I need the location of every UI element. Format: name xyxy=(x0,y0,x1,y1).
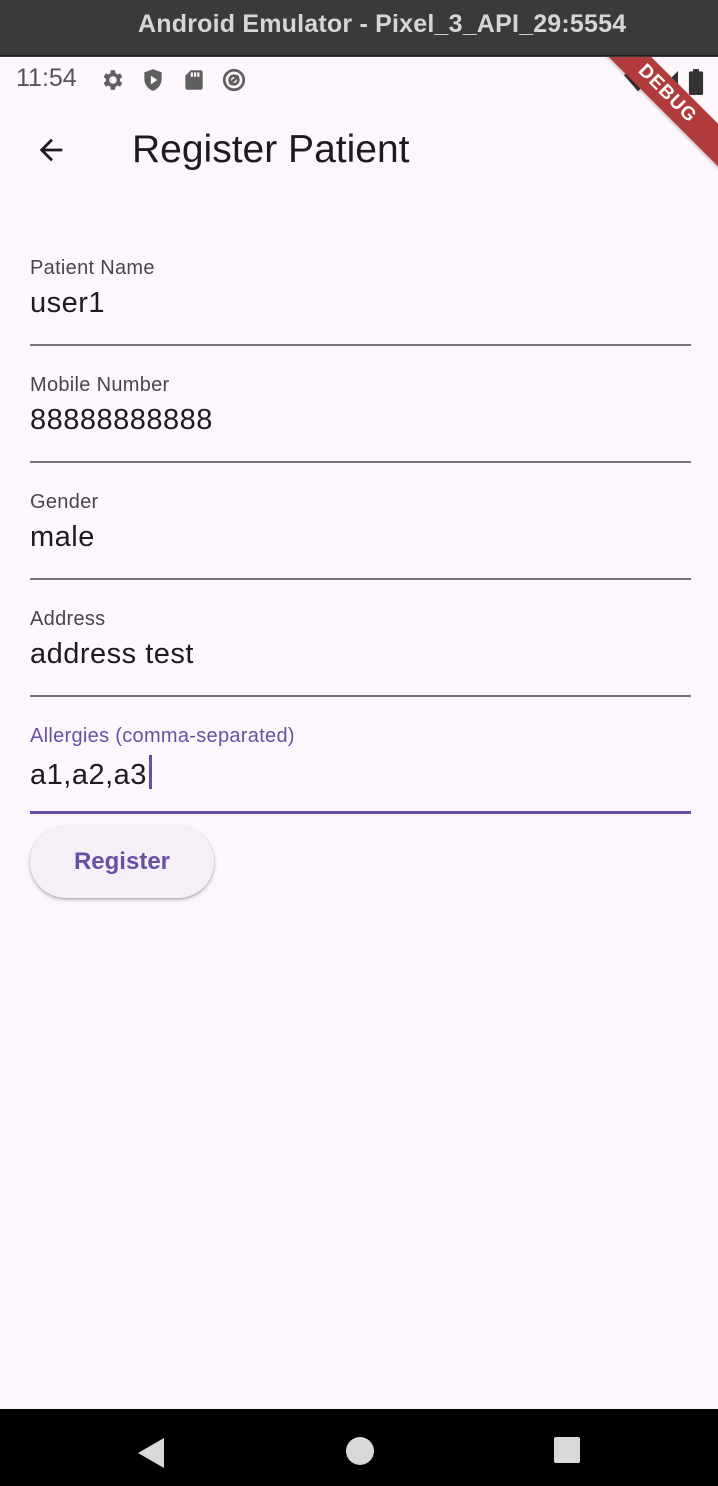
field-value[interactable]: address test xyxy=(30,638,194,671)
mobile-number-field[interactable]: Mobile Number 88888888888 xyxy=(30,374,691,486)
device-screen: 11:54 DEBUG Register Patient Patient Nam… xyxy=(0,57,718,1409)
field-underline xyxy=(30,811,691,814)
sd-card-icon xyxy=(185,70,203,90)
field-value[interactable]: 88888888888 xyxy=(30,404,213,437)
allergies-field[interactable]: Allergies (comma-separated) a1,a2,a3 xyxy=(30,725,691,837)
field-value[interactable]: user1 xyxy=(30,287,105,320)
recents-square-icon[interactable] xyxy=(553,1436,581,1464)
field-value[interactable]: a1,a2,a3 xyxy=(30,755,152,792)
page-title: Register Patient xyxy=(132,128,410,171)
field-label: Address xyxy=(30,608,106,630)
app-bar: Register Patient xyxy=(0,101,718,199)
field-label: Mobile Number xyxy=(30,374,170,396)
field-underline xyxy=(30,344,691,346)
field-underline xyxy=(30,578,691,580)
status-bar: 11:54 xyxy=(0,57,718,101)
field-label: Allergies (comma-separated) xyxy=(30,725,295,747)
field-label: Patient Name xyxy=(30,257,155,279)
at-sign-icon xyxy=(222,68,246,92)
field-value[interactable]: male xyxy=(30,521,95,554)
text-cursor xyxy=(148,755,152,789)
field-underline xyxy=(30,695,691,697)
navigation-bar xyxy=(0,1409,718,1486)
window-title: Android Emulator - Pixel_3_API_29:5554 xyxy=(138,10,627,38)
home-circle-icon[interactable] xyxy=(345,1436,375,1466)
field-underline xyxy=(30,461,691,463)
battery-icon xyxy=(688,69,704,95)
patient-name-field[interactable]: Patient Name user1 xyxy=(30,257,691,369)
emulator-title-bar: Android Emulator - Pixel_3_API_29:5554 xyxy=(0,0,718,56)
arrow-back-icon xyxy=(39,138,63,162)
gender-field[interactable]: Gender male xyxy=(30,491,691,603)
back-triangle-icon[interactable] xyxy=(136,1436,166,1470)
address-field[interactable]: Address address test xyxy=(30,608,691,720)
gear-icon xyxy=(103,70,123,90)
field-label: Gender xyxy=(30,491,99,513)
shield-icon xyxy=(144,69,162,91)
back-button[interactable] xyxy=(26,125,76,175)
register-button[interactable]: Register xyxy=(30,826,214,898)
status-time: 11:54 xyxy=(16,64,77,92)
field-value-text: a1,a2,a3 xyxy=(30,759,147,791)
